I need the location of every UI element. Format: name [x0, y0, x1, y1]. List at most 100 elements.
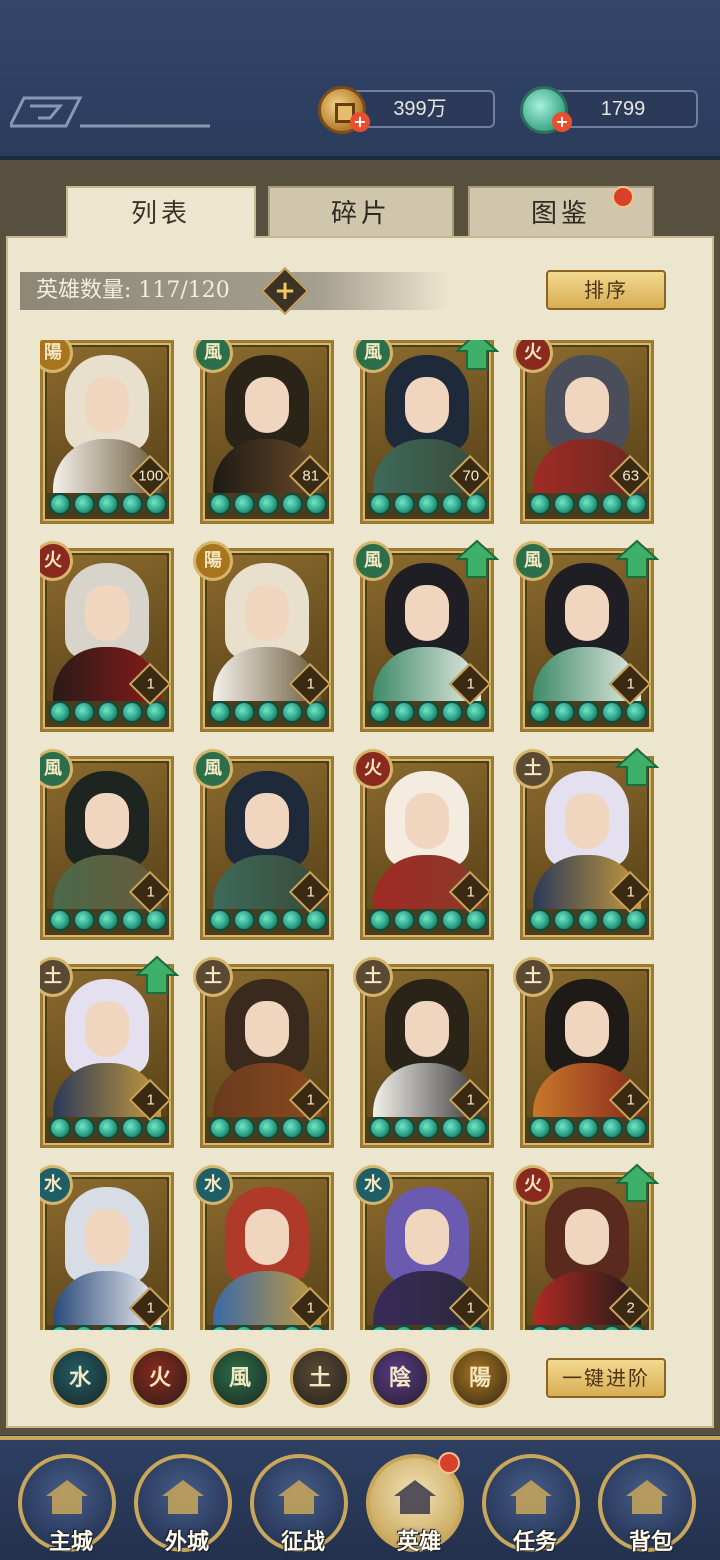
add-jade-icon[interactable]: +	[552, 112, 572, 132]
hero-face	[245, 1001, 289, 1057]
hero-card[interactable]: 63 火	[513, 340, 654, 524]
element-filter-button[interactable]: 土	[290, 1348, 350, 1408]
star-icon	[417, 1325, 439, 1330]
upgrade-arrow-icon	[455, 340, 499, 370]
star-icon	[73, 701, 95, 723]
star-icon	[49, 909, 71, 931]
star-icon	[529, 1117, 551, 1139]
hero-card[interactable]: 81 風	[193, 340, 334, 524]
star-rating	[529, 909, 649, 933]
hero-card[interactable]: 70 風	[353, 340, 499, 524]
hero-card[interactable]: 2 火	[513, 1163, 659, 1330]
star-icon	[233, 1117, 255, 1139]
star-icon	[393, 909, 415, 931]
hero-card[interactable]: 1 火	[40, 541, 174, 732]
element-filter-button[interactable]: 陽	[450, 1348, 510, 1408]
hero-card[interactable]: 1 風	[193, 749, 334, 940]
hero-level: 1	[626, 1091, 635, 1109]
nav-icon	[394, 1480, 436, 1514]
element-filter-bar: 水火風土陰陽	[50, 1348, 520, 1408]
element-badge: 風	[193, 749, 233, 789]
hero-face	[85, 1001, 129, 1057]
hero-card[interactable]: 100 陽	[40, 340, 174, 524]
star-rating	[49, 493, 169, 517]
star-icon	[601, 909, 623, 931]
star-rating	[369, 909, 489, 933]
star-icon	[369, 1325, 391, 1330]
nav-outer-city[interactable]: 外城	[134, 1454, 232, 1555]
element-badge: 風	[513, 541, 553, 581]
hero-face	[405, 793, 449, 849]
star-icon	[257, 493, 279, 515]
star-icon	[281, 701, 303, 723]
star-icon	[417, 909, 439, 931]
star-icon	[417, 701, 439, 723]
nav-icon	[162, 1480, 204, 1514]
add-coins-icon[interactable]: +	[350, 112, 370, 132]
top-bar	[0, 0, 720, 160]
nav-icon	[510, 1480, 552, 1514]
star-icon	[209, 701, 231, 723]
hero-card[interactable]: 1 土	[513, 747, 659, 940]
star-rating	[369, 493, 489, 517]
star-rating	[369, 1117, 489, 1141]
nav-quests[interactable]: 任务	[482, 1454, 580, 1555]
hero-card[interactable]: 1 土	[40, 955, 179, 1148]
nav-backpack[interactable]: 背包	[598, 1454, 696, 1555]
plus-icon: +	[274, 276, 296, 306]
element-filter-button[interactable]: 火	[130, 1348, 190, 1408]
star-icon	[281, 1117, 303, 1139]
star-icon	[209, 1325, 231, 1330]
star-icon	[97, 701, 119, 723]
star-icon	[393, 493, 415, 515]
hero-card[interactable]: 1 風	[513, 539, 659, 732]
sort-button[interactable]: 排序	[546, 270, 666, 310]
one-click-advance-button[interactable]: 一键进阶	[546, 1358, 666, 1398]
hero-card[interactable]: 1 水	[40, 1165, 174, 1330]
hero-card[interactable]: 1 火	[353, 749, 494, 940]
element-filter-button[interactable]: 陰	[370, 1348, 430, 1408]
star-icon	[393, 701, 415, 723]
hero-card[interactable]: 1 風	[353, 539, 499, 732]
hero-card[interactable]: 1 陽	[193, 541, 334, 732]
hero-card[interactable]: 1 土	[513, 957, 654, 1148]
hero-level: 100	[138, 467, 164, 485]
hero-face	[405, 377, 449, 433]
star-icon	[601, 493, 623, 515]
element-badge: 火	[513, 1165, 553, 1205]
hero-card[interactable]: 1 水	[353, 1165, 494, 1330]
tab-fragments[interactable]: 碎片	[268, 186, 454, 238]
star-icon	[121, 909, 143, 931]
star-icon	[257, 1117, 279, 1139]
nav-label: 外城	[164, 1529, 209, 1555]
star-icon	[417, 493, 439, 515]
hero-face	[565, 1209, 609, 1265]
star-icon	[577, 1325, 599, 1330]
element-filter-button[interactable]: 風	[210, 1348, 270, 1408]
nav-campaign[interactable]: 征战	[250, 1454, 348, 1555]
element-filter-button[interactable]: 水	[50, 1348, 110, 1408]
nav-main-city[interactable]: 主城	[18, 1454, 116, 1555]
star-icon	[441, 493, 463, 515]
tab-list[interactable]: 列表	[66, 186, 256, 238]
hero-card[interactable]: 1 水	[193, 1165, 334, 1330]
star-icon	[529, 493, 551, 515]
hero-card[interactable]: 1 風	[40, 749, 174, 940]
star-icon	[49, 1117, 71, 1139]
hero-face	[405, 1209, 449, 1265]
star-icon	[49, 1325, 71, 1330]
element-badge: 土	[513, 749, 553, 789]
star-icon	[257, 1325, 279, 1330]
hero-level: 1	[466, 675, 475, 693]
star-icon	[577, 1117, 599, 1139]
hero-card[interactable]: 1 土	[193, 957, 334, 1148]
hero-card[interactable]: 1 土	[353, 957, 494, 1148]
hero-face	[405, 585, 449, 641]
nav-label: 英雄	[396, 1529, 441, 1555]
hero-notification-dot	[438, 1452, 460, 1474]
star-icon	[209, 909, 231, 931]
element-badge: 陽	[193, 541, 233, 581]
star-icon	[281, 909, 303, 931]
star-rating	[529, 701, 649, 725]
star-icon	[281, 493, 303, 515]
